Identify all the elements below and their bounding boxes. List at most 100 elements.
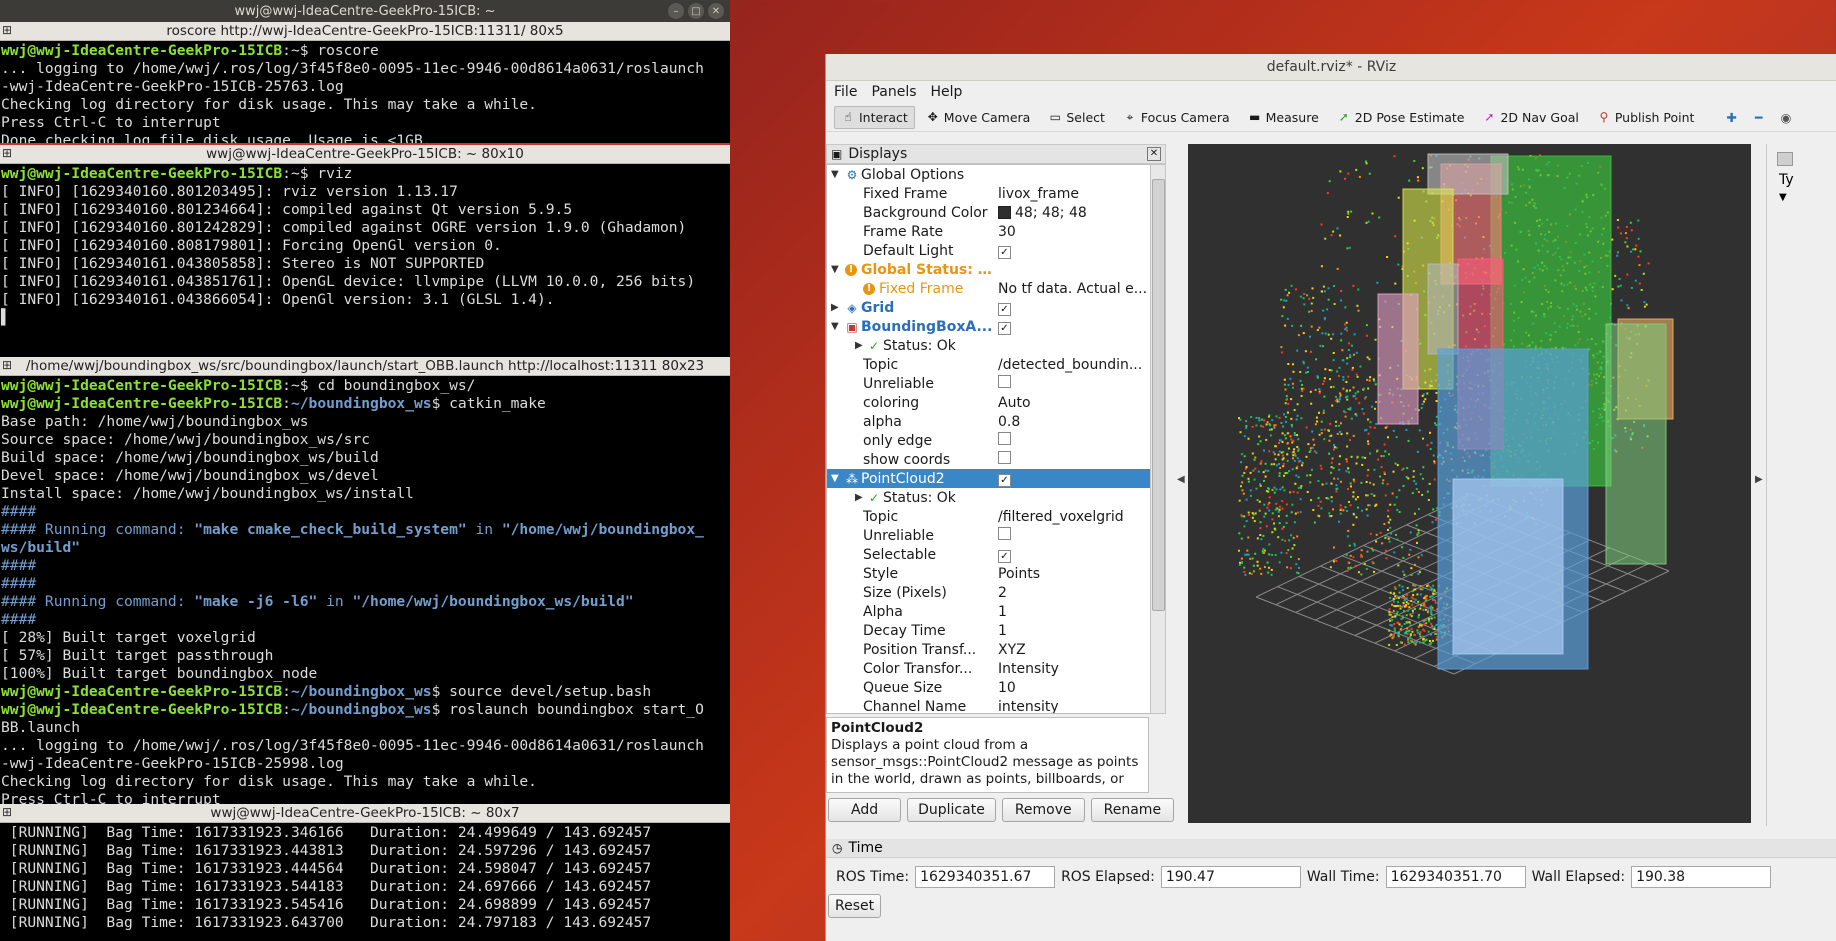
tree-value[interactable]: ✓: [998, 471, 1148, 487]
expand-down-icon[interactable]: ▼: [831, 169, 839, 180]
eye-icon[interactable]: ◉: [1773, 106, 1798, 129]
tree-value[interactable]: 2: [998, 585, 1148, 601]
tree-value[interactable]: [998, 375, 1148, 392]
tool-interact[interactable]: ☝ Interact: [834, 105, 915, 129]
checkbox[interactable]: ✓: [998, 473, 1011, 487]
collapse-left-icon[interactable]: ◀: [1177, 474, 1185, 485]
ros-time-field[interactable]: 1629340351.67: [915, 866, 1056, 888]
tree-value[interactable]: Intensity: [998, 661, 1148, 677]
tree-row[interactable]: Topic/detected_boundin...: [827, 355, 1150, 374]
displays-tree[interactable]: ▼ ⚙ Global Options Fixed Frame livox_frame Ba…: [826, 164, 1151, 714]
ros-elapsed-field[interactable]: 190.47: [1160, 866, 1301, 888]
tree-value[interactable]: ✓: [998, 319, 1148, 335]
tree-value[interactable]: ✓: [998, 547, 1148, 563]
expand-right-icon[interactable]: ▶: [831, 302, 839, 313]
close-icon[interactable]: ✕: [1147, 147, 1161, 161]
checkbox[interactable]: [998, 527, 1011, 540]
checkbox[interactable]: ✓: [998, 321, 1011, 335]
3d-viewport[interactable]: [1188, 144, 1751, 823]
tool-focus-camera[interactable]: ⌖ Focus Camera: [1116, 106, 1237, 129]
tool-publish-point[interactable]: ⚲ Publish Point: [1590, 106, 1702, 129]
tree-value[interactable]: 30: [998, 224, 1148, 240]
tree-row[interactable]: Unreliable: [827, 526, 1150, 545]
tree-row[interactable]: ▼! Global Status: ...: [827, 260, 1150, 279]
tree-value[interactable]: No tf data. Actual e...: [998, 281, 1148, 297]
terminal-pane-roslaunch[interactable]: ⊞ /home/wwj/boundingbox_ws/src/boundingbo…: [0, 357, 730, 804]
tool-move-camera[interactable]: ✥ Move Camera: [919, 106, 1038, 129]
rename-button[interactable]: Rename: [1090, 798, 1175, 822]
tool-measure[interactable]: ▬ Measure: [1241, 106, 1326, 129]
color-swatch[interactable]: [998, 206, 1011, 219]
tree-row[interactable]: Style Points: [827, 564, 1150, 583]
tree-value[interactable]: 0.8: [998, 414, 1148, 430]
expand-down-icon[interactable]: ▼: [831, 321, 839, 332]
panel-tab-icon[interactable]: [1777, 152, 1793, 166]
scroll-thumb[interactable]: [1152, 179, 1165, 611]
tree-value[interactable]: ✓: [998, 300, 1148, 316]
expand-right-icon[interactable]: ▶: [855, 340, 863, 351]
checkbox[interactable]: [998, 375, 1011, 388]
tree-value[interactable]: Auto: [998, 395, 1148, 411]
tree-row[interactable]: Color Transfor... Intensity: [827, 659, 1150, 678]
tree-row[interactable]: ▼ ⚙ Global Options: [827, 165, 1150, 184]
tree-value[interactable]: 1: [998, 604, 1148, 620]
remove-button[interactable]: Remove: [1001, 798, 1085, 822]
tree-row[interactable]: ▼ ⁂ PointCloud2 ✓: [827, 469, 1150, 488]
tree-row[interactable]: Alpha 1: [827, 602, 1150, 621]
tree-row[interactable]: Selectable ✓: [827, 545, 1150, 564]
expand-down-icon[interactable]: ▼: [831, 473, 839, 484]
tree-row[interactable]: ▶ ✓ Status: Ok: [827, 336, 1150, 355]
tree-row[interactable]: ▶ ◈ Grid ✓: [827, 298, 1150, 317]
tree-row[interactable]: alpha 0.8: [827, 412, 1150, 431]
tree-value[interactable]: XYZ: [998, 642, 1148, 658]
tree-row[interactable]: Size (Pixels) 2: [827, 583, 1150, 602]
chevron-down-icon[interactable]: ▼: [1779, 192, 1836, 203]
tree-row[interactable]: coloring Auto: [827, 393, 1150, 412]
tree-row[interactable]: ▶ ✓ Status: Ok: [827, 488, 1150, 507]
displays-scrollbar[interactable]: [1150, 164, 1166, 714]
tree-row[interactable]: Unreliable: [827, 374, 1150, 393]
tree-row[interactable]: Channel Name intensity: [827, 697, 1150, 714]
checkbox[interactable]: ✓: [998, 245, 1011, 259]
tree-row[interactable]: ▼ ▣ BoundingBoxA... ✓: [827, 317, 1150, 336]
maximize-icon[interactable]: □: [688, 3, 704, 19]
tree-value[interactable]: livox_frame: [998, 186, 1148, 202]
tree-value[interactable]: /filtered_voxelgrid: [998, 509, 1148, 525]
tree-row[interactable]: Fixed Frame livox_frame: [827, 184, 1150, 203]
close-icon[interactable]: ✕: [708, 3, 724, 19]
menu-help[interactable]: Help: [931, 84, 963, 100]
reset-button[interactable]: Reset: [828, 894, 882, 918]
tree-value[interactable]: [998, 451, 1148, 468]
duplicate-button[interactable]: Duplicate: [907, 798, 996, 822]
wall-time-field[interactable]: 1629340351.70: [1385, 866, 1526, 888]
tree-row[interactable]: Decay Time 1: [827, 621, 1150, 640]
tree-value[interactable]: [998, 527, 1148, 544]
plus-icon[interactable]: ✚: [1719, 106, 1743, 129]
tree-row[interactable]: show coords: [827, 450, 1150, 469]
checkbox[interactable]: ✓: [998, 549, 1011, 563]
tree-row[interactable]: Frame Rate 30: [827, 222, 1150, 241]
terminal-pane-rviz[interactable]: ⊞ wwj@wwj-IdeaCentre-GeekPro-15ICB: ~ 80x…: [0, 145, 730, 357]
add-button[interactable]: Add: [828, 798, 902, 822]
tree-row[interactable]: only edge: [827, 431, 1150, 450]
menu-file[interactable]: File: [834, 84, 857, 100]
tree-value[interactable]: 48; 48; 48: [998, 205, 1148, 221]
tree-row[interactable]: Background Color 48; 48; 48: [827, 203, 1150, 222]
tree-row[interactable]: Queue Size 10: [827, 678, 1150, 697]
tool-2d-pose-estimate[interactable]: ➚ 2D Pose Estimate: [1330, 106, 1472, 129]
terminal-pane-rosbag[interactable]: ⊞ wwj@wwj-IdeaCentre-GeekPro-15ICB: ~ 80x…: [0, 804, 730, 941]
menu-panels[interactable]: Panels: [871, 84, 916, 100]
tree-value[interactable]: /detected_boundin...: [998, 357, 1148, 373]
tree-value[interactable]: intensity: [998, 699, 1148, 714]
tree-row[interactable]: Position Transf... XYZ: [827, 640, 1150, 659]
tool-select[interactable]: ▭ Select: [1041, 106, 1112, 129]
tree-value[interactable]: 1: [998, 623, 1148, 639]
collapse-right-icon[interactable]: ▶: [1755, 474, 1763, 485]
minus-icon[interactable]: ━: [1748, 106, 1770, 129]
wall-elapsed-field[interactable]: 190.38: [1631, 866, 1772, 888]
checkbox[interactable]: [998, 432, 1011, 445]
tree-value[interactable]: [998, 432, 1148, 449]
checkbox[interactable]: [998, 451, 1011, 464]
tree-row[interactable]: ! Fixed Frame No tf data. Actual e...: [827, 279, 1150, 298]
minimize-icon[interactable]: –: [668, 3, 684, 19]
